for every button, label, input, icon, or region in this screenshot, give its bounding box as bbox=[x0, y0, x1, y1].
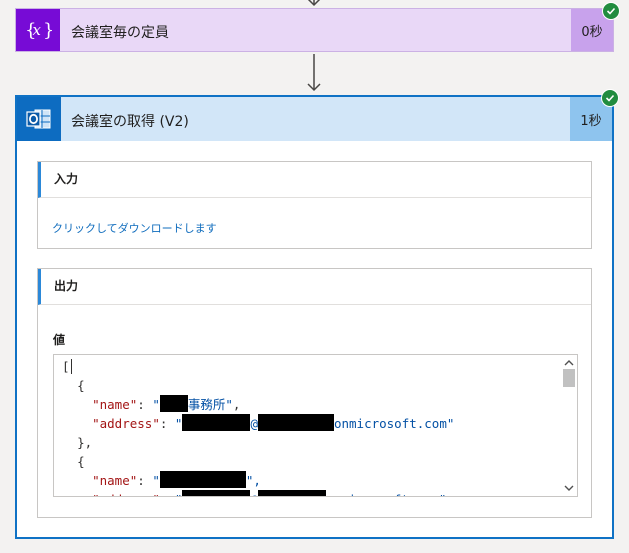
redacted-block bbox=[182, 414, 251, 431]
json-code: [ { "name": " 事務所", "address": " @ onmicros… bbox=[62, 357, 454, 496]
redacted-block bbox=[159, 471, 246, 488]
scroll-down-icon[interactable] bbox=[563, 482, 575, 494]
inputs-section: 入力 クリックしてダウンロードします bbox=[37, 161, 592, 249]
inputs-heading: 入力 bbox=[38, 162, 591, 198]
action-card-variable[interactable]: { x } 会議室毎の定員 0秒 bbox=[15, 8, 614, 52]
connector-arrow-top bbox=[307, 0, 321, 7]
action-title: 会議室の取得 (V2) bbox=[71, 114, 189, 130]
scrollbar-thumb[interactable] bbox=[563, 369, 575, 387]
redacted-block bbox=[257, 490, 326, 496]
value-label: 値 bbox=[53, 333, 66, 347]
svg-text:x: x bbox=[33, 21, 42, 39]
vertical-scrollbar[interactable] bbox=[561, 355, 577, 496]
success-check-icon bbox=[602, 2, 620, 20]
redacted-block bbox=[159, 395, 188, 412]
action-title: 会議室毎の定員 bbox=[71, 25, 169, 41]
outputs-section: 出力 値 [ { "name": " 事務所", "address": " @ onm… bbox=[37, 268, 592, 518]
action-card-get-rooms: 会議室の取得 (V2) 1秒 入力 クリックしてダウンロードします 出力 値 [… bbox=[15, 95, 614, 539]
outlook-icon bbox=[17, 97, 61, 141]
connector-arrow bbox=[307, 54, 321, 92]
download-inputs-link[interactable]: クリックしてダウンロードします bbox=[52, 220, 217, 236]
output-json-viewer[interactable]: [ { "name": " 事務所", "address": " @ onmicros… bbox=[53, 354, 578, 497]
redacted-block bbox=[257, 414, 334, 431]
svg-text:}: } bbox=[43, 20, 52, 41]
variable-icon: { x } bbox=[16, 9, 60, 51]
redacted-block bbox=[182, 490, 251, 496]
success-check-icon bbox=[601, 89, 619, 107]
action-header[interactable]: 会議室の取得 (V2) 1秒 bbox=[17, 97, 612, 141]
outputs-heading: 出力 bbox=[38, 269, 591, 305]
scroll-up-icon[interactable] bbox=[563, 357, 575, 369]
